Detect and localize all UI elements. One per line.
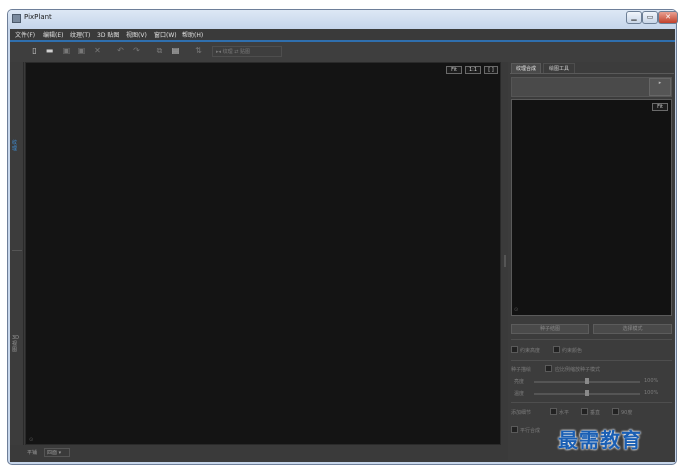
constrain-height-label: 约束高度 [520, 348, 541, 354]
watermark: 最需教育 [558, 428, 642, 452]
seed-strip-button[interactable]: ▸ [649, 78, 671, 96]
add-detail-label: 添加细节 [511, 410, 532, 416]
paste-icon[interactable]: ▤ [171, 46, 180, 56]
tab-underline [510, 73, 674, 74]
brightness-label: 亮度 [514, 379, 525, 385]
tab-texture-synthesis[interactable]: 纹理合成 [511, 63, 541, 73]
dock-tab-texture[interactable]: 纹理 [12, 140, 20, 152]
fit-button[interactable]: Fit [446, 66, 462, 74]
redo-icon[interactable]: ↷ [132, 46, 141, 56]
texture-map-toggle[interactable]: ▸◂ 纹理 ⇄ 贴图 [212, 46, 282, 57]
seed-viewport[interactable] [511, 99, 672, 316]
title-bar[interactable] [8, 10, 676, 29]
main-viewport[interactable] [25, 62, 501, 445]
menu-texture[interactable]: 纹理(T) [70, 30, 90, 39]
transform-icon[interactable]: ⇅ [194, 46, 203, 56]
separator [511, 402, 672, 403]
save-as-icon[interactable]: ▣ [77, 46, 86, 56]
menu-view[interactable]: 视图(V) [126, 30, 147, 39]
temperature-value: 100% [644, 390, 659, 396]
menu-window[interactable]: 窗口(W) [154, 30, 177, 39]
toolbar [10, 42, 675, 62]
dock-divider [12, 250, 22, 251]
vertical-checkbox[interactable] [581, 408, 588, 415]
actual-size-button[interactable]: 1:1 [465, 66, 481, 74]
splitter-grip[interactable] [504, 255, 506, 267]
copy-icon[interactable]: ⧉ [155, 46, 164, 56]
new-file-icon[interactable]: ▯ [30, 46, 39, 56]
save-icon[interactable]: ▣ [62, 46, 71, 56]
constrain-color-label: 约束颜色 [562, 348, 583, 354]
vertical-label: 垂直 [590, 410, 601, 416]
tab-paint-tools[interactable]: 绘图工具 [543, 63, 575, 73]
parallel-synthesis-checkbox[interactable] [511, 426, 518, 433]
horizontal-checkbox[interactable] [550, 408, 557, 415]
rotate-90-label: 90度 [621, 410, 633, 416]
axis-icon: ⊙ [29, 437, 34, 443]
brightness-slider-handle[interactable] [585, 378, 589, 384]
maximize-button[interactable]: ▭ [642, 11, 658, 24]
open-folder-icon[interactable]: ▬ [45, 46, 54, 56]
menu-edit[interactable]: 编辑(E) [43, 30, 63, 39]
seed-fit-button[interactable]: Fit [652, 103, 668, 111]
temperature-slider-handle[interactable] [585, 390, 589, 396]
seed-adjust-label: 种子描绘 [511, 367, 532, 373]
delete-icon[interactable]: ✕ [93, 46, 102, 56]
temperature-label: 温度 [514, 391, 525, 397]
seed-image-button[interactable]: 种子结图 [511, 324, 589, 334]
close-button[interactable]: ✕ [658, 11, 678, 24]
select-mode-button[interactable]: 选择模式 [593, 324, 672, 334]
scale-seed-checkbox[interactable] [545, 365, 552, 372]
brightness-value: 100% [644, 378, 659, 384]
scale-seed-label: 应比例缩放种子模式 [555, 367, 601, 373]
menu-file[interactable]: 文件(F) [15, 30, 35, 39]
frame-button[interactable]: [ ] [484, 66, 498, 74]
parallel-synthesis-label: 平行合成 [520, 428, 541, 434]
seed-strip[interactable] [511, 77, 672, 97]
tiling-label: 平铺 [27, 450, 38, 456]
rotate-90-checkbox[interactable] [612, 408, 619, 415]
separator [511, 339, 672, 340]
status-bar [10, 446, 507, 460]
constrain-color-checkbox[interactable] [553, 346, 560, 353]
menu-3d-map[interactable]: 3D 贴图 [97, 30, 119, 39]
horizontal-label: 水平 [559, 410, 570, 416]
tiling-select[interactable]: 四面 ▾ [44, 448, 70, 457]
minimize-button[interactable]: ▁ [626, 11, 642, 24]
seed-axis-icon: ⊙ [514, 307, 519, 313]
dock-tab-3d-view[interactable]: 3D 视图 [12, 335, 20, 353]
left-dock-strip [10, 62, 24, 445]
window-title: PixPlant [24, 13, 52, 21]
undo-icon[interactable]: ↶ [116, 46, 125, 56]
separator [511, 360, 672, 361]
constrain-height-checkbox[interactable] [511, 346, 518, 353]
app-icon [12, 14, 21, 23]
menu-help[interactable]: 帮助(H) [182, 30, 203, 39]
